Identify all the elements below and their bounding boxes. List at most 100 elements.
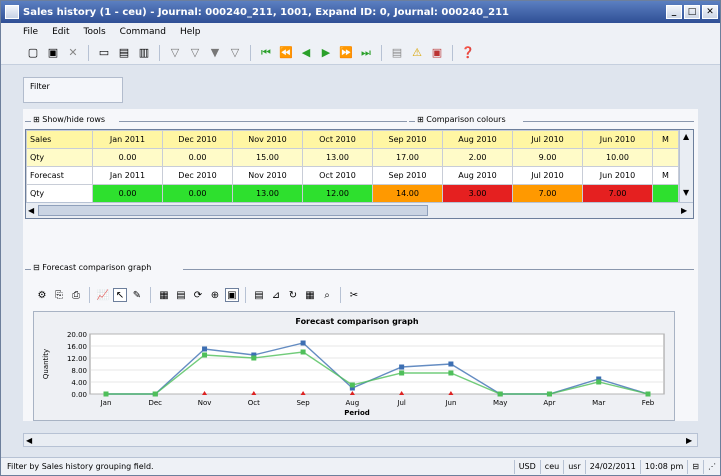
grid-cell[interactable] — [652, 184, 679, 203]
first-record-icon[interactable]: ⏮ — [258, 45, 274, 61]
grid-row[interactable]: Qty 0.00 0.00 15.00 13.00 17.00 2.00 9.00 10.00 — [26, 148, 679, 167]
grid-cell[interactable]: 7.00 — [582, 184, 653, 203]
advanced-filter-icon[interactable]: ▼ — [207, 45, 223, 61]
previous-record-icon[interactable]: ◀ — [298, 45, 314, 61]
grid-row-label[interactable]: Qty — [26, 148, 93, 167]
scroll-right-icon[interactable]: ▶ — [681, 206, 687, 215]
show-hide-rows-group[interactable]: ⊞ Show/hide rows — [31, 115, 108, 124]
delete-icon[interactable]: ✕ — [65, 45, 81, 61]
grid-cell[interactable]: Jan 2011 — [92, 130, 163, 149]
next-record-icon[interactable]: ▶ — [318, 45, 334, 61]
new-icon[interactable]: ▢ — [25, 45, 41, 61]
grid-cell[interactable]: 0.00 — [162, 148, 233, 167]
status-currency[interactable]: USD — [513, 459, 540, 474]
filter-group[interactable]: Filter — [23, 77, 123, 103]
previous-page-icon[interactable]: ⏪ — [278, 45, 294, 61]
form-horizontal-scrollbar[interactable]: ◀ ▶ — [23, 433, 698, 447]
refresh-icon[interactable]: ↻ — [286, 288, 300, 302]
document-icon[interactable]: ▤ — [389, 45, 405, 61]
chart-wizard-icon[interactable]: ⚙ — [35, 288, 49, 302]
view-icon[interactable]: ▭ — [96, 45, 112, 61]
form-scroll-right-icon[interactable]: ▶ — [686, 436, 692, 445]
grid-cell[interactable]: Sep 2010 — [372, 166, 443, 185]
print-preview-icon[interactable]: ▤ — [116, 45, 132, 61]
grid-cell[interactable]: 9.00 — [512, 148, 583, 167]
grid-cell[interactable]: 7.00 — [512, 184, 583, 203]
grid-cell[interactable]: 15.00 — [232, 148, 303, 167]
grid-cell[interactable]: 0.00 — [92, 148, 163, 167]
grid-cell[interactable]: Jul 2010 — [512, 130, 583, 149]
grid-cell[interactable]: M — [652, 130, 679, 149]
save-icon[interactable]: ▣ — [45, 45, 61, 61]
properties-icon[interactable]: ▤ — [252, 288, 266, 302]
zoom-icon[interactable]: ⊕ — [208, 288, 222, 302]
tools-icon[interactable]: ✂ — [347, 288, 361, 302]
scroll-left-icon[interactable]: ◀ — [28, 206, 34, 215]
edit-chart-icon[interactable]: ✎ — [130, 288, 144, 302]
status-user[interactable]: usr — [563, 459, 585, 474]
close-button[interactable]: ✕ — [702, 5, 718, 19]
menu-file[interactable]: File — [23, 27, 38, 37]
grid-cell[interactable]: Sep 2010 — [372, 130, 443, 149]
status-lock-icon[interactable]: ⊟ — [687, 459, 703, 474]
grid-cell[interactable]: Jun 2010 — [582, 166, 653, 185]
grid-cell[interactable]: 13.00 — [232, 184, 303, 203]
grid-row[interactable]: Sales Jan 2011 Dec 2010 Nov 2010 Oct 2010 Sep… — [26, 130, 679, 149]
copy-chart-icon[interactable]: ⎘ — [52, 288, 66, 302]
grid-cell[interactable]: Nov 2010 — [232, 130, 303, 149]
search-icon[interactable]: ⌕ — [320, 288, 334, 302]
grid-cell[interactable]: Aug 2010 — [442, 130, 513, 149]
grid-cell[interactable]: 14.00 — [372, 184, 443, 203]
menu-edit[interactable]: Edit — [52, 27, 69, 37]
select-tool-icon[interactable]: ↖ — [113, 288, 127, 302]
grid-cell[interactable] — [652, 148, 679, 167]
menu-tools[interactable]: Tools — [84, 27, 106, 37]
grid-row-label[interactable]: Qty — [26, 184, 93, 203]
status-time[interactable]: 10:08 pm — [639, 459, 687, 474]
grid-cell[interactable]: 3.00 — [442, 184, 513, 203]
form-scroll-left-icon[interactable]: ◀ — [26, 436, 32, 445]
filter-by-selection-icon[interactable]: ▽ — [187, 45, 203, 61]
grid-cell[interactable]: 17.00 — [372, 148, 443, 167]
grid-cell[interactable]: Jul 2010 — [512, 166, 583, 185]
help-icon[interactable]: ❓ — [460, 45, 476, 61]
axis-icon[interactable]: ⊿ — [269, 288, 283, 302]
grid-cell[interactable]: Jan 2011 — [92, 166, 163, 185]
grid-cell[interactable]: M — [652, 166, 679, 185]
grid-cell[interactable]: Dec 2010 — [162, 166, 233, 185]
grid-row[interactable]: Qty 0.00 0.00 13.00 12.00 14.00 3.00 7.00 7.00 — [26, 184, 679, 203]
grid-cell[interactable]: 13.00 — [302, 148, 373, 167]
attachment-icon[interactable]: ▣ — [429, 45, 445, 61]
comparison-colours-group[interactable]: ⊞ Comparison colours — [415, 115, 508, 124]
grid-row-label[interactable]: Sales — [26, 130, 93, 149]
grid-cell[interactable]: 0.00 — [92, 184, 163, 203]
maximize-button[interactable]: □ — [684, 5, 700, 19]
status-date[interactable]: 24/02/2011 — [584, 459, 640, 474]
grid-horizontal-scrollbar[interactable]: ◀ ▶ — [26, 202, 693, 218]
minimize-button[interactable]: _ — [666, 5, 682, 19]
grid-cell[interactable]: Jun 2010 — [582, 130, 653, 149]
chart-area[interactable]: Forecast comparison graph 20.00 16.00 12.00… — [33, 311, 675, 421]
alert-icon[interactable]: ⚠ — [409, 45, 425, 61]
grid-row-label[interactable]: Forecast — [26, 166, 93, 185]
scroll-down-icon[interactable]: ▼ — [683, 188, 689, 197]
grid-cell[interactable]: 10.00 — [582, 148, 653, 167]
grid-cell[interactable]: Oct 2010 — [302, 166, 373, 185]
grid-scroll-thumb[interactable] — [38, 205, 428, 216]
next-page-icon[interactable]: ⏩ — [338, 45, 354, 61]
grid-row[interactable]: Forecast Jan 2011 Dec 2010 Nov 2010 Oct 2010… — [26, 166, 679, 185]
data-grid-icon[interactable]: ▦ — [157, 288, 171, 302]
grid-cell[interactable]: Nov 2010 — [232, 166, 303, 185]
rotate-icon[interactable]: ⟳ — [191, 288, 205, 302]
print-chart-icon[interactable]: ⎙ — [69, 288, 83, 302]
grid-cell[interactable]: Oct 2010 — [302, 130, 373, 149]
menu-command[interactable]: Command — [120, 27, 166, 37]
grid-cell[interactable]: 2.00 — [442, 148, 513, 167]
scroll-up-icon[interactable]: ▲ — [683, 132, 689, 141]
find-icon[interactable]: ▥ — [136, 45, 152, 61]
last-record-icon[interactable]: ⏭ — [358, 45, 374, 61]
gallery-icon[interactable]: ▣ — [225, 288, 239, 302]
status-company[interactable]: ceu — [539, 459, 563, 474]
chart-type-icon[interactable]: 📈 — [96, 288, 110, 302]
grid-cell[interactable]: Dec 2010 — [162, 130, 233, 149]
